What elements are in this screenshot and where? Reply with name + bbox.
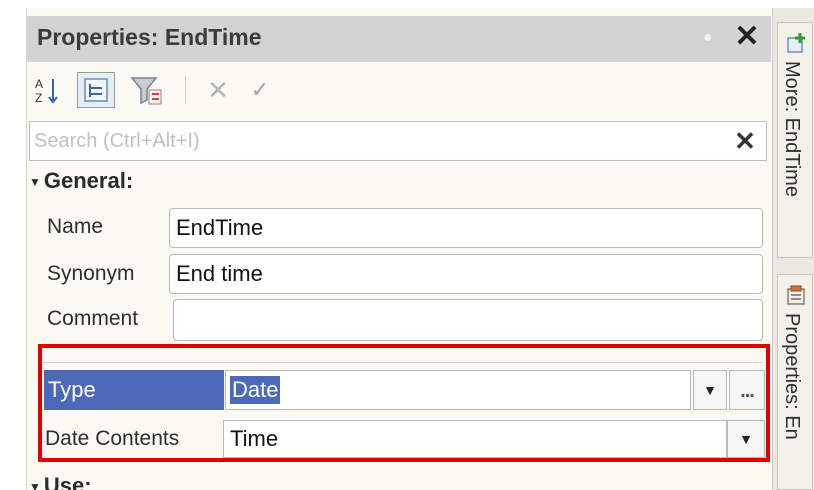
synonym-label: Synonym bbox=[47, 262, 135, 285]
name-field[interactable]: EndTime bbox=[169, 208, 763, 248]
svg-text:Z: Z bbox=[35, 91, 42, 105]
section-general-label: General: bbox=[43, 168, 134, 193]
panel-title: Properties: EndTime bbox=[37, 24, 262, 50]
search-input[interactable] bbox=[30, 122, 720, 160]
clear-search-button[interactable]: ✕ bbox=[730, 127, 760, 155]
highlight-box bbox=[38, 344, 770, 462]
sort-az-icon: A Z bbox=[35, 77, 58, 105]
collapse-triangle-icon: ▼ bbox=[29, 175, 41, 190]
toolbar-separator bbox=[185, 76, 186, 104]
filter-icon bbox=[130, 77, 162, 105]
synonym-field[interactable]: End time bbox=[169, 254, 763, 294]
svg-text:A: A bbox=[35, 77, 43, 91]
name-label: Name bbox=[47, 215, 104, 238]
comment-label: Comment bbox=[47, 307, 139, 330]
sort-alphabetically-button[interactable]: A Z bbox=[33, 72, 63, 108]
properties-icon bbox=[787, 285, 805, 305]
panel-titlebar: Properties: EndTime ● ✕ bbox=[27, 16, 771, 62]
side-tab-more[interactable]: More: EndTime bbox=[777, 22, 813, 258]
apply-button[interactable]: ✓ bbox=[245, 72, 275, 108]
section-use[interactable]: ▼ Use: bbox=[29, 473, 92, 490]
filter-button[interactable] bbox=[125, 72, 167, 108]
side-tab-strip: More: EndTime Properties: En bbox=[772, 8, 814, 490]
add-green-icon bbox=[787, 33, 805, 53]
side-tab-more-label: More: EndTime bbox=[781, 61, 803, 197]
categorized-view-button[interactable] bbox=[77, 72, 115, 108]
section-general[interactable]: ▼ General: bbox=[29, 168, 133, 194]
cancel-button[interactable]: ✕ bbox=[203, 72, 233, 108]
section-use-label: Use: bbox=[43, 473, 92, 490]
tree-list-icon bbox=[84, 78, 108, 102]
comment-field[interactable] bbox=[173, 299, 763, 341]
toolbar: A Z ✕ ✓ bbox=[27, 64, 771, 118]
search-box: ✕ bbox=[29, 121, 767, 161]
collapse-triangle-icon: ▼ bbox=[29, 480, 41, 490]
side-tab-properties[interactable]: Properties: En bbox=[777, 274, 813, 490]
close-panel-button[interactable]: ✕ bbox=[733, 21, 761, 53]
pin-icon[interactable]: ● bbox=[703, 30, 719, 46]
side-tab-properties-label: Properties: En bbox=[781, 313, 803, 440]
